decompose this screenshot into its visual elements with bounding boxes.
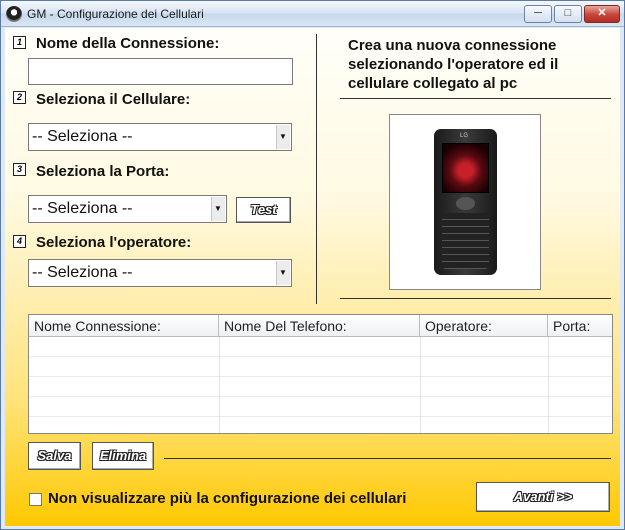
- phone-select[interactable]: -- Seleziona -- ▼: [28, 123, 292, 151]
- column-header-operator[interactable]: Operatore:: [420, 315, 548, 337]
- table-header: Nome Connessione: Nome Del Telefono: Ope…: [29, 315, 612, 337]
- column-divider: [548, 337, 549, 433]
- step-number-3: 3: [13, 163, 26, 176]
- step-number-1: 1: [13, 36, 26, 49]
- port-select-value: -- Seleziona --: [32, 200, 133, 217]
- test-button[interactable]: Test: [236, 197, 291, 223]
- step-number-4: 4: [13, 235, 26, 248]
- step-number-2: 2: [13, 91, 26, 104]
- connections-table[interactable]: Nome Connessione: Nome Del Telefono: Ope…: [28, 314, 613, 434]
- phone-brand-logo: LG: [460, 133, 469, 139]
- column-divider: [219, 337, 220, 433]
- column-header-connection[interactable]: Nome Connessione:: [29, 315, 219, 337]
- chevron-down-icon[interactable]: ▼: [211, 197, 225, 221]
- chevron-down-icon[interactable]: ▼: [276, 261, 290, 285]
- column-header-port[interactable]: Porta:: [548, 315, 612, 337]
- client-area: 1 Nome della Connessione: 2 Seleziona il…: [5, 28, 620, 526]
- dont-show-checkbox[interactable]: [29, 493, 42, 506]
- next-button[interactable]: Avanti >>: [476, 482, 610, 512]
- info-divider-bottom: [340, 298, 611, 299]
- chevron-down-icon[interactable]: ▼: [276, 125, 290, 149]
- phone-label: Seleziona il Cellulare:: [36, 91, 191, 108]
- mobile-phone-icon: LG: [434, 129, 497, 275]
- operator-select[interactable]: -- Seleziona -- ▼: [28, 259, 292, 287]
- table-body[interactable]: [29, 337, 612, 433]
- port-label: Seleziona la Porta:: [36, 163, 170, 180]
- maximize-button[interactable]: □: [554, 5, 582, 23]
- main-window: GM - Configurazione dei Cellulari ─ □ ✕ …: [0, 0, 625, 530]
- close-button[interactable]: ✕: [584, 5, 620, 23]
- column-header-phone[interactable]: Nome Del Telefono:: [219, 315, 420, 337]
- info-divider-top: [340, 98, 611, 99]
- operator-label: Seleziona l'operatore:: [36, 234, 192, 251]
- port-select[interactable]: -- Seleziona -- ▼: [28, 195, 227, 223]
- app-icon: [6, 6, 22, 22]
- column-divider: [420, 337, 421, 433]
- vertical-divider: [316, 34, 317, 304]
- connection-name-label: Nome della Connessione:: [36, 35, 220, 52]
- phone-nav-key: [456, 197, 475, 210]
- connection-name-input[interactable]: [28, 58, 293, 85]
- actions-divider: [164, 458, 611, 459]
- minimize-button[interactable]: ─: [524, 5, 552, 23]
- window-title: GM - Configurazione dei Cellulari: [27, 7, 204, 21]
- dont-show-label[interactable]: Non visualizzare più la configurazione d…: [48, 490, 406, 507]
- instructions-text: Crea una nuova connessione selezionando …: [348, 37, 559, 92]
- phone-screen: [442, 143, 489, 193]
- delete-button[interactable]: Elimina: [92, 442, 154, 470]
- phone-keypad: [442, 213, 489, 269]
- phone-image: LG: [389, 114, 541, 290]
- operator-select-value: -- Seleziona --: [32, 264, 133, 281]
- phone-select-value: -- Seleziona --: [32, 128, 133, 145]
- save-button[interactable]: Salva: [28, 442, 81, 470]
- title-bar[interactable]: GM - Configurazione dei Cellulari ─ □ ✕: [1, 1, 624, 27]
